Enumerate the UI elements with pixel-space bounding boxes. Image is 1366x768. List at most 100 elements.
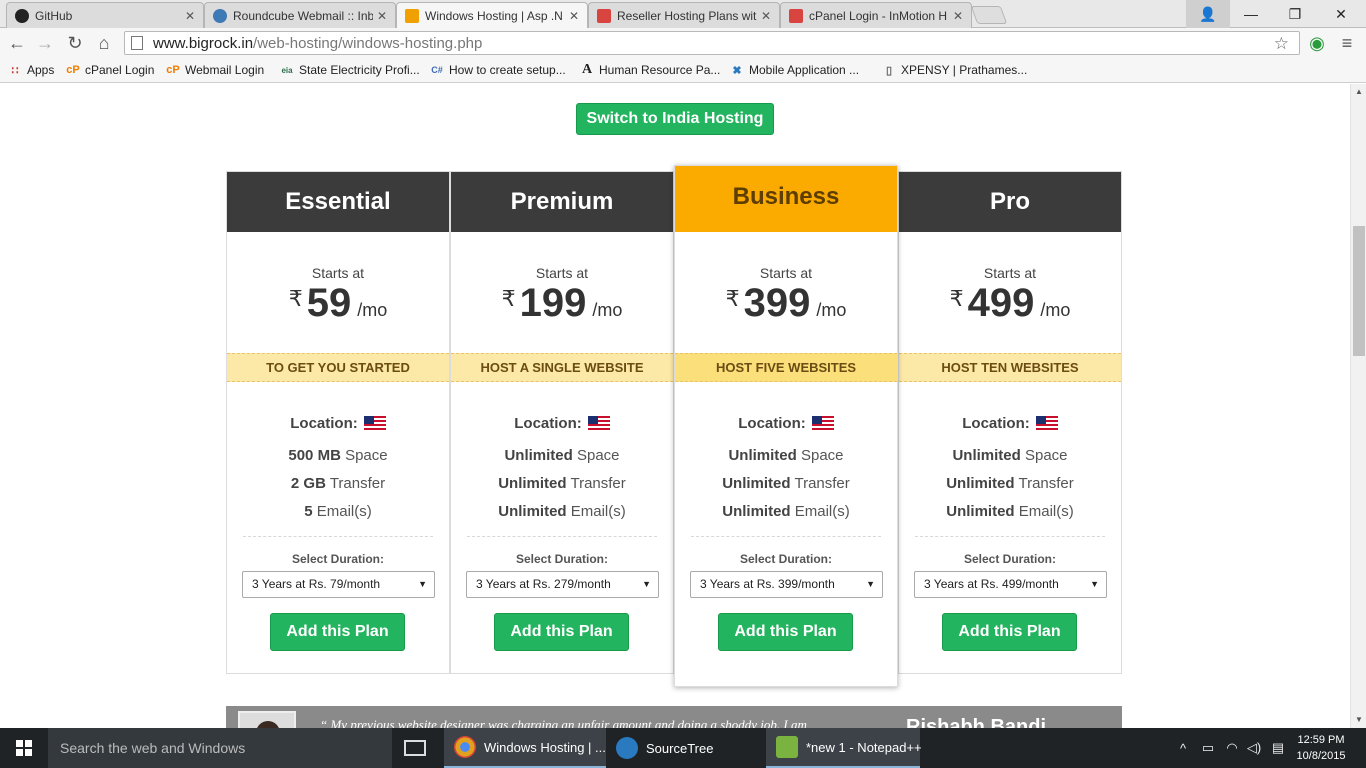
new-tab-button[interactable] — [970, 6, 1008, 24]
rupee-icon: ₹ — [725, 286, 740, 311]
plan-essential: Essential Starts at ₹ 59 /mo TO GET YOU … — [226, 171, 450, 674]
email-row: Unlimited Email(s) — [899, 503, 1121, 520]
pricing-table: Essential Starts at ₹ 59 /mo TO GET YOU … — [226, 165, 1122, 687]
email-value: Unlimited — [498, 503, 567, 520]
page-scrollbar[interactable]: ▲ ▼ — [1350, 84, 1366, 728]
divider — [915, 536, 1105, 537]
close-icon[interactable]: ✕ — [953, 9, 963, 23]
extension-icon[interactable]: ◉ — [1306, 32, 1328, 54]
plan-name: Premium — [451, 172, 673, 232]
taskbar-search-input[interactable]: Search the web and Windows — [48, 728, 392, 768]
dropdown-arrow-icon: ▼ — [1090, 579, 1099, 589]
csharp-icon: C# — [431, 65, 443, 75]
bookmark-state-electricity[interactable]: eia State Electricity Profi... — [280, 63, 419, 77]
duration-select[interactable]: 3 Years at Rs. 399/month ▼ — [690, 571, 883, 598]
tab-windows-hosting[interactable]: Windows Hosting | Asp .N ✕ — [396, 2, 588, 29]
close-icon[interactable]: ✕ — [185, 9, 195, 23]
scroll-up-icon[interactable]: ▲ — [1351, 84, 1366, 100]
switch-to-india-hosting-button[interactable]: Switch to India Hosting — [576, 103, 774, 135]
email-label: Email(s) — [570, 503, 626, 520]
url-path: /web-hosting/windows-hosting.php — [253, 34, 483, 52]
transfer-label: Transfer — [794, 475, 850, 492]
location-label: Location: — [738, 415, 806, 432]
duration-value: 3 Years at Rs. 499/month — [924, 577, 1059, 591]
duration-select[interactable]: 3 Years at Rs. 79/month ▼ — [242, 571, 435, 598]
cpanel-icon: cP — [166, 64, 180, 76]
forward-arrow-icon[interactable]: → — [34, 32, 56, 54]
tab-reseller-hosting[interactable]: Reseller Hosting Plans wit ✕ — [588, 2, 780, 28]
add-plan-button[interactable]: Add this Plan — [270, 613, 405, 651]
taskbar-sourcetree[interactable]: SourceTree — [606, 728, 766, 768]
bigrock-icon — [405, 9, 419, 23]
price-unit: /mo — [592, 300, 623, 320]
tab-roundcube[interactable]: Roundcube Webmail :: Inb ✕ — [204, 2, 396, 28]
bookmark-how-to-create-setup[interactable]: C# How to create setup... — [430, 63, 566, 77]
home-icon[interactable]: ⌂ — [93, 32, 115, 54]
email-value: Unlimited — [722, 503, 791, 520]
task-view-icon[interactable] — [404, 740, 426, 756]
system-clock[interactable]: 12:59 PM 10/8/2015 — [1296, 732, 1346, 764]
taskbar-chrome[interactable]: Windows Hosting | ... — [444, 728, 606, 768]
volume-icon[interactable]: ◁) — [1244, 728, 1264, 768]
duration-select[interactable]: 3 Years at Rs. 499/month ▼ — [914, 571, 1107, 598]
plan-tagline: TO GET YOU STARTED — [227, 353, 449, 382]
page-icon: ▯ — [885, 64, 893, 77]
taskbar-notepadpp[interactable]: *new 1 - Notepad++ — [766, 728, 922, 768]
duration-value: 3 Years at Rs. 399/month — [700, 577, 835, 591]
reload-icon[interactable]: ↻ — [64, 32, 86, 54]
close-icon[interactable]: ✕ — [761, 9, 771, 23]
tab-label: GitHub — [35, 8, 73, 23]
address-bar[interactable]: www.bigrock.in/web-hosting/windows-hosti… — [124, 31, 1300, 55]
tab-github[interactable]: GitHub ✕ — [6, 2, 204, 28]
bookmark-star-icon[interactable]: ☆ — [1274, 34, 1289, 54]
divider — [691, 536, 881, 537]
wifi-icon[interactable]: ◠ — [1222, 728, 1242, 768]
scroll-down-icon[interactable]: ▼ — [1351, 712, 1366, 728]
bookmark-xpensy[interactable]: ▯ XPENSY | Prathames... — [882, 63, 1027, 77]
space-row: Unlimited Space — [451, 447, 673, 464]
us-flag-icon — [1035, 416, 1058, 431]
restore-icon[interactable]: ❐ — [1272, 0, 1318, 28]
rupee-icon: ₹ — [949, 286, 964, 311]
bookmark-label: Webmail Login — [185, 63, 265, 77]
tab-cpanel-login[interactable]: cPanel Login - InMotion H ✕ — [780, 2, 972, 28]
plan-name: Essential — [227, 172, 449, 232]
plan-premium: Premium Starts at ₹ 199 /mo HOST A SINGL… — [450, 171, 674, 674]
windows-start-icon[interactable] — [0, 728, 48, 768]
transfer-row: Unlimited Transfer — [451, 475, 673, 492]
bookmark-human-resource[interactable]: A Human Resource Pa... — [580, 62, 720, 77]
chrome-icon — [454, 736, 476, 758]
bookmark-apps[interactable]: ∷ Apps — [8, 63, 55, 77]
plan-business: Business Starts at ₹ 399 /mo HOST FIVE W… — [674, 165, 898, 687]
duration-value: 3 Years at Rs. 79/month — [252, 577, 381, 591]
transfer-value: Unlimited — [946, 475, 1015, 492]
close-icon[interactable]: ✕ — [377, 9, 387, 23]
add-plan-button[interactable]: Add this Plan — [718, 613, 853, 651]
profile-icon[interactable]: 👤 — [1186, 0, 1230, 28]
plan-pro: Pro Starts at ₹ 499 /mo HOST TEN WEBSITE… — [898, 171, 1122, 674]
testimonial-banner: “ My previous website designer was charg… — [226, 706, 1122, 728]
chevron-up-icon[interactable]: ^ — [1174, 728, 1192, 768]
close-icon[interactable]: ✕ — [569, 9, 579, 23]
scroll-thumb[interactable] — [1353, 226, 1365, 356]
page-content: Switch to India Hosting Essential Starts… — [0, 84, 1350, 728]
menu-icon[interactable]: ≡ — [1336, 32, 1358, 54]
bookmark-mobile-application[interactable]: ✖ Mobile Application ... — [730, 63, 859, 77]
battery-icon[interactable]: ▭ — [1198, 728, 1218, 768]
back-arrow-icon[interactable]: ← — [6, 32, 28, 54]
inmotion-icon — [597, 8, 611, 23]
tab-strip: GitHub ✕ Roundcube Webmail :: Inb ✕ Wind… — [0, 0, 1366, 29]
add-plan-button[interactable]: Add this Plan — [494, 613, 629, 651]
cpanel-icon: cP — [66, 64, 80, 76]
taskbar: Search the web and Windows Windows Hosti… — [0, 728, 1366, 768]
github-icon — [15, 8, 29, 23]
starts-at-label: Starts at — [311, 265, 365, 281]
space-label: Space — [345, 447, 388, 464]
notifications-icon[interactable]: ▤ — [1268, 728, 1288, 768]
add-plan-button[interactable]: Add this Plan — [942, 613, 1077, 651]
bookmark-cpanel-login[interactable]: cP cPanel Login — [66, 63, 154, 77]
minimize-icon[interactable]: — — [1228, 0, 1274, 28]
bookmark-webmail-login[interactable]: cP Webmail Login — [166, 63, 264, 77]
window-close-icon[interactable]: ✕ — [1318, 0, 1364, 28]
duration-select[interactable]: 3 Years at Rs. 279/month ▼ — [466, 571, 659, 598]
